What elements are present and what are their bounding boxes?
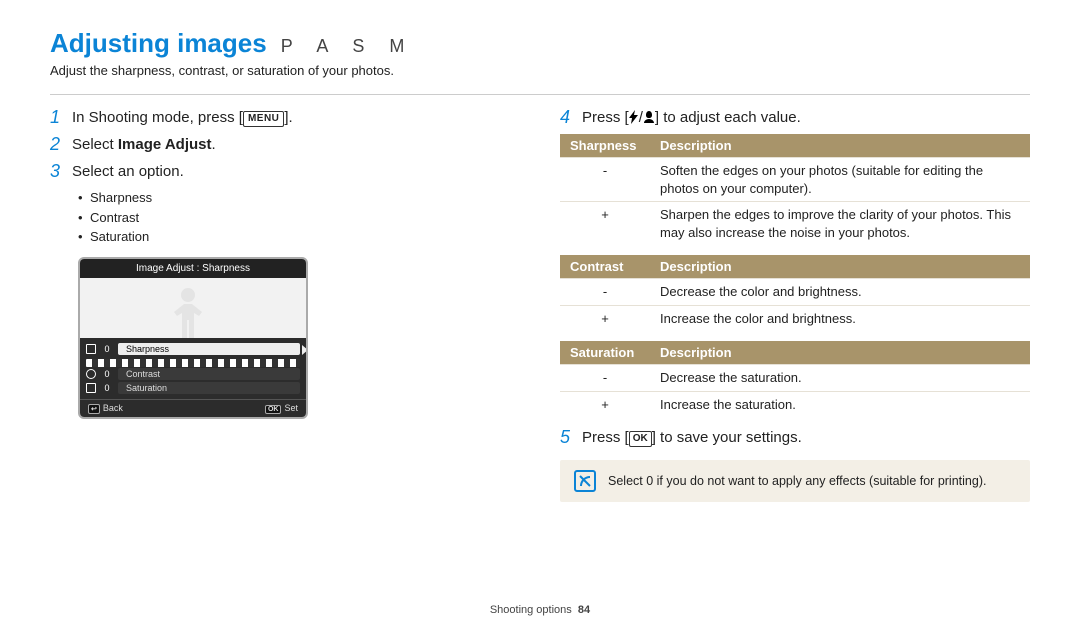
step-text: . <box>212 136 216 153</box>
bullet-item: Sharpness <box>78 188 520 208</box>
th: Sharpness <box>560 134 650 158</box>
td-key: + <box>560 305 650 331</box>
bullet-item: Contrast <box>78 208 520 228</box>
option-bullets: Sharpness Contrast Saturation <box>78 188 520 247</box>
lcd-slider-bar <box>86 359 300 367</box>
intro-text: Adjust the sharpness, contrast, or satur… <box>50 63 1030 78</box>
set-icon: OK <box>265 405 282 414</box>
sharpness-table: SharpnessDescription -Soften the edges o… <box>560 134 1030 245</box>
bullet-item: Saturation <box>78 227 520 247</box>
td-key: - <box>560 365 650 392</box>
td-key: - <box>560 158 650 202</box>
footer-section: Shooting options <box>490 604 572 616</box>
step-text: Press [ <box>582 109 629 126</box>
step-text: Press [ <box>582 429 629 446</box>
set-label: Set <box>284 403 298 413</box>
step-number: 5 <box>560 427 574 448</box>
flash-icon <box>629 110 639 124</box>
note-text: Select 0 if you do not want to apply any… <box>608 474 986 488</box>
left-column: 1 In Shooting mode, press [MENU]. 2 Sele… <box>50 107 520 502</box>
lcd-label: Saturation <box>118 382 300 394</box>
sharpness-icon <box>86 344 96 354</box>
td-val: Sharpen the edges to improve the clarity… <box>650 202 1030 246</box>
lcd-value: 0 <box>102 369 112 379</box>
step-5: 5 Press [OK] to save your settings. <box>560 427 1030 448</box>
step-text: ]. <box>284 109 292 126</box>
td-key: + <box>560 391 650 417</box>
step-text: Select an option. <box>72 161 184 182</box>
back-icon: ↩ <box>88 404 100 414</box>
step-number: 1 <box>50 107 64 128</box>
step-text: ] to adjust each value. <box>655 109 801 126</box>
lcd-panel: 0 Sharpness 0 Contrast 0 Saturation <box>80 338 306 399</box>
contrast-icon <box>86 369 96 379</box>
td-val: Decrease the color and brightness. <box>650 279 1030 306</box>
td-val: Decrease the saturation. <box>650 365 1030 392</box>
back-label: Back <box>103 403 123 413</box>
title-row: Adjusting images P A S M <box>50 28 1030 59</box>
saturation-table: SaturationDescription -Decrease the satu… <box>560 341 1030 417</box>
step-text: ] to save your settings. <box>652 429 802 446</box>
step-bold: Image Adjust <box>118 136 212 153</box>
td-val: Increase the color and brightness. <box>650 305 1030 331</box>
lcd-label: Contrast <box>118 368 300 380</box>
step-3: 3 Select an option. <box>50 161 520 182</box>
step-number: 2 <box>50 134 64 155</box>
lcd-row: 0 Sharpness <box>86 342 300 356</box>
lcd-label: Sharpness <box>118 343 300 355</box>
divider <box>50 94 1030 95</box>
lcd-footer: ↩Back OKSet <box>80 399 306 417</box>
page-title: Adjusting images <box>50 28 267 59</box>
lcd-preview: Image Adjust : Sharpness 0 Sharpness 0 C… <box>78 257 308 419</box>
page-footer: Shooting options 84 <box>0 604 1080 616</box>
lcd-row: 0 Saturation <box>86 381 300 395</box>
td-key: - <box>560 279 650 306</box>
lcd-body <box>80 278 306 338</box>
th: Description <box>650 341 1030 365</box>
td-val: Increase the saturation. <box>650 391 1030 417</box>
contrast-table: ContrastDescription -Decrease the color … <box>560 255 1030 331</box>
silhouette-icon <box>158 282 218 338</box>
th: Description <box>650 255 1030 279</box>
td-val: Soften the edges on your photos (suitabl… <box>650 158 1030 202</box>
mode-indicators: P A S M <box>281 36 415 57</box>
th: Description <box>650 134 1030 158</box>
lcd-header: Image Adjust : Sharpness <box>80 259 306 278</box>
saturation-icon <box>86 383 96 393</box>
step-text: Select <box>72 136 118 153</box>
step-1: 1 In Shooting mode, press [MENU]. <box>50 107 520 128</box>
step-number: 3 <box>50 161 64 182</box>
lcd-value: 0 <box>102 344 112 354</box>
lcd-value: 0 <box>102 383 112 393</box>
step-text: In Shooting mode, press [ <box>72 109 243 126</box>
footer-page: 84 <box>578 604 590 616</box>
note-icon <box>574 470 596 492</box>
th: Contrast <box>560 255 650 279</box>
macro-icon <box>643 110 655 124</box>
step-number: 4 <box>560 107 574 128</box>
ok-button-icon: OK <box>629 431 652 447</box>
note-box: Select 0 if you do not want to apply any… <box>560 460 1030 502</box>
menu-button-icon: MENU <box>243 111 284 127</box>
th: Saturation <box>560 341 650 365</box>
step-2: 2 Select Image Adjust. <box>50 134 520 155</box>
right-column: 4 Press [/] to adjust each value. Sharpn… <box>560 107 1030 502</box>
step-4: 4 Press [/] to adjust each value. <box>560 107 1030 128</box>
lcd-row: 0 Contrast <box>86 367 300 381</box>
td-key: + <box>560 202 650 246</box>
